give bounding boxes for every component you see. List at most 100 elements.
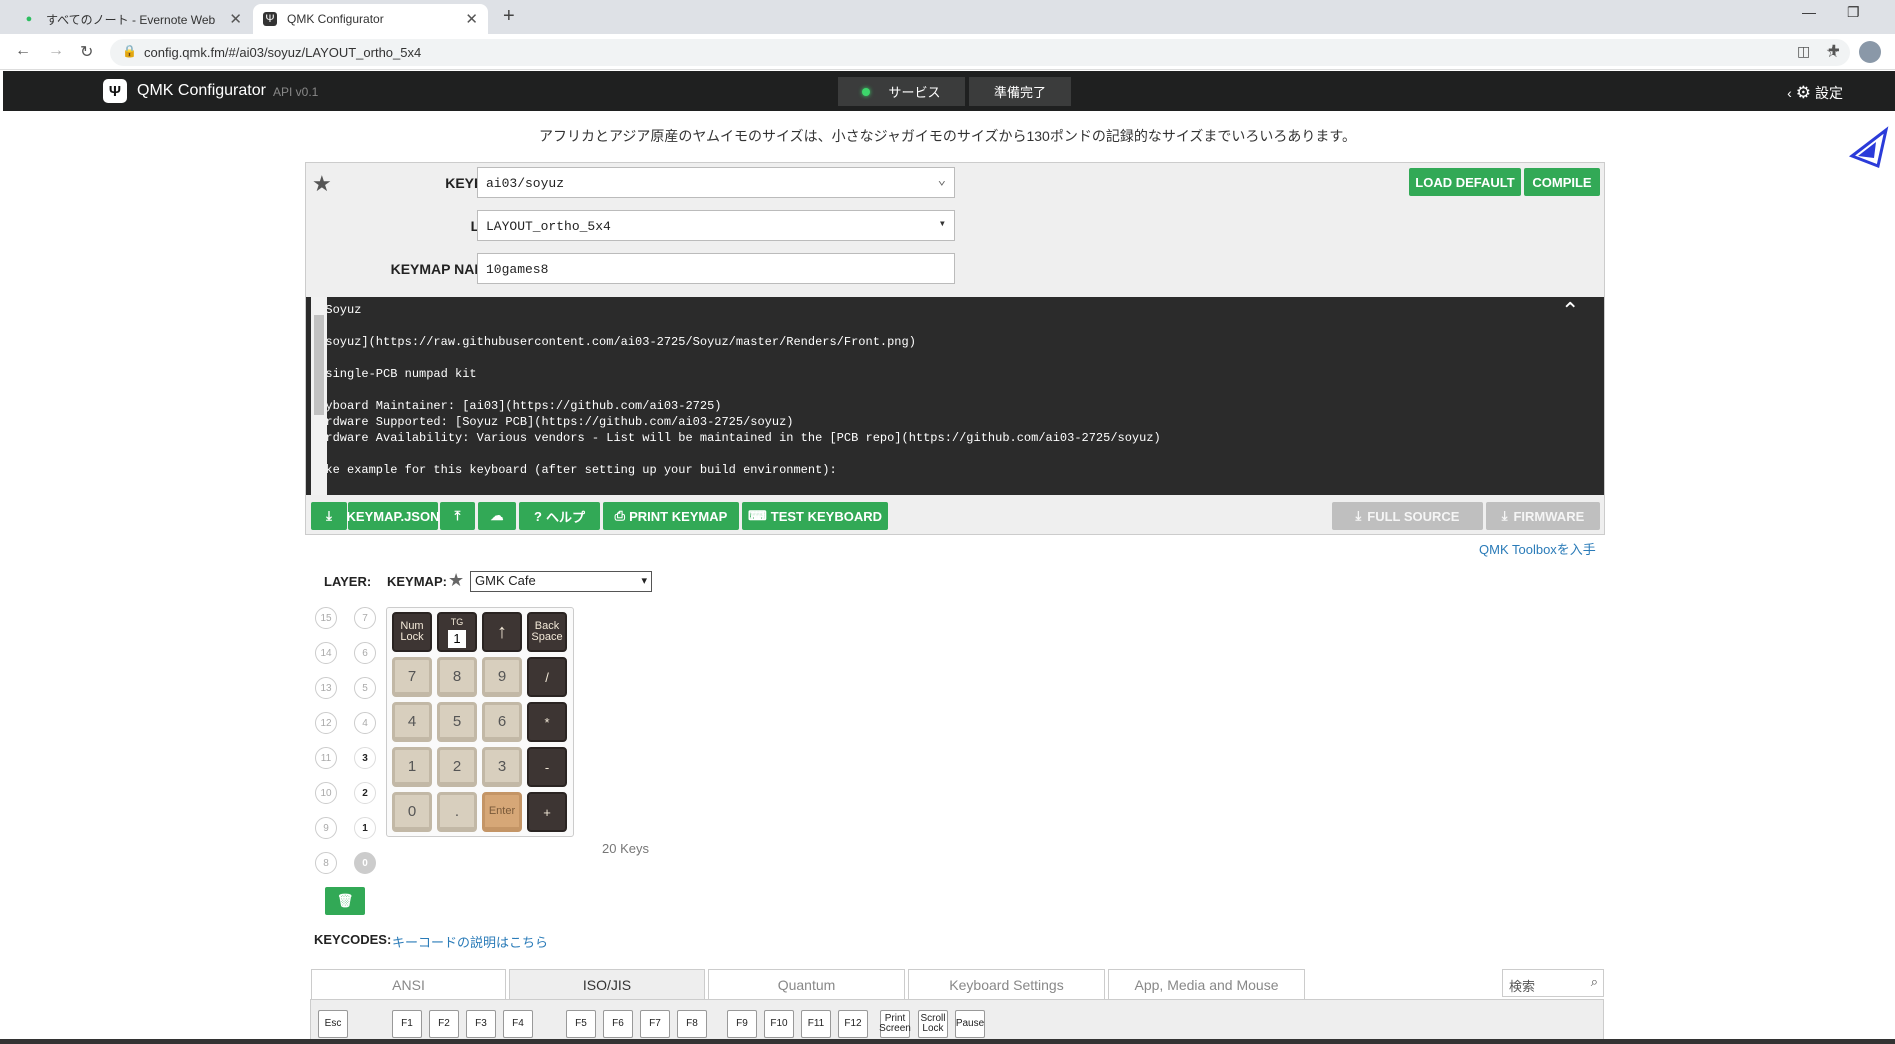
layer-button-12[interactable]: 12 <box>315 712 337 734</box>
reload-icon[interactable]: ↻ <box>80 42 93 62</box>
keycode-f12[interactable]: F12 <box>838 1010 868 1038</box>
layer-button-5[interactable]: 5 <box>354 677 376 699</box>
minimize-icon[interactable]: — <box>1802 4 1816 20</box>
keymap-theme-select[interactable]: GMK Cafe ▾ <box>470 571 652 592</box>
keymap-json-button[interactable]: KEYMAP.JSON <box>347 502 439 530</box>
key-1[interactable]: 1 <box>392 747 432 787</box>
key-*[interactable]: * <box>527 702 567 742</box>
url-field[interactable]: 🔒 config.qmk.fm/#/ai03/soyuz/LAYOUT_orth… <box>110 39 1850 66</box>
back-icon[interactable]: ← <box>15 42 31 60</box>
help-button[interactable]: ? ヘルプ <box>519 502 600 530</box>
print-label: PRINT KEYMAP <box>629 508 728 524</box>
keycode-print-screen[interactable]: Print Screen <box>879 1010 911 1038</box>
readme-scrollbar[interactable] <box>311 297 327 495</box>
qmk-icon: Ψ <box>263 12 277 26</box>
layer-button-4[interactable]: 4 <box>354 712 376 734</box>
key-7[interactable]: 7 <box>392 657 432 697</box>
pocket-icon[interactable]: ◫ <box>1797 43 1810 60</box>
tab-keyboard-settings[interactable]: Keyboard Settings <box>908 969 1105 999</box>
keymap-name-input[interactable]: 10games8 <box>477 253 955 284</box>
keycode-f9[interactable]: F9 <box>727 1010 757 1038</box>
load-default-button[interactable]: LOAD DEFAULT <box>1409 168 1521 196</box>
avatar[interactable] <box>1859 41 1881 63</box>
key-8[interactable]: 8 <box>437 657 477 697</box>
key-+[interactable]: + <box>527 792 567 832</box>
layer-button-14[interactable]: 14 <box>315 642 337 664</box>
key-num-lock[interactable]: Num Lock <box>392 612 432 652</box>
qmk-toolbox-link[interactable]: QMK Toolboxを入手 <box>1479 539 1596 558</box>
layer-button-8[interactable]: 8 <box>315 852 337 874</box>
key-9[interactable]: 9 <box>482 657 522 697</box>
layer-button-2[interactable]: 2 <box>354 782 376 804</box>
keycode-f7[interactable]: F7 <box>640 1010 670 1038</box>
test-keyboard-button[interactable]: ⌨ TEST KEYBOARD <box>742 502 888 530</box>
key-4[interactable]: 4 <box>392 702 432 742</box>
tab-ansi[interactable]: ANSI <box>311 969 506 999</box>
compile-button[interactable]: COMPILE <box>1524 168 1600 196</box>
key-5[interactable]: 5 <box>437 702 477 742</box>
key-/[interactable]: / <box>527 657 567 697</box>
key-tg[interactable]: TG 1 <box>437 612 477 652</box>
key-enter[interactable]: Enter <box>482 792 522 832</box>
cloud-upload-icon[interactable]: ☁ <box>478 502 516 530</box>
keycode-esc[interactable]: Esc <box>318 1010 348 1038</box>
tab-app-media-mouse[interactable]: App, Media and Mouse <box>1108 969 1305 999</box>
key-arrow-up-icon[interactable]: ↑ <box>482 612 522 652</box>
layer-button-1[interactable]: 1 <box>354 817 376 839</box>
keycode-f11[interactable]: F11 <box>801 1010 831 1038</box>
layer-button-7[interactable]: 7 <box>354 607 376 629</box>
readme-panel[interactable]: # Soyuz ![soyuz](https://raw.githubuserc… <box>306 297 1604 495</box>
tab-iso-jis[interactable]: ISO/JIS <box>509 969 705 999</box>
download-icon[interactable]: ⤓ <box>311 502 347 530</box>
layer-button-11[interactable]: 11 <box>315 747 337 769</box>
keycode-f1[interactable]: F1 <box>392 1010 422 1038</box>
new-tab-icon[interactable]: + <box>503 5 515 28</box>
key--[interactable]: - <box>527 747 567 787</box>
keycode-f2[interactable]: F2 <box>429 1010 459 1038</box>
layer-button-0[interactable]: 0 <box>354 852 376 874</box>
keycode-f8[interactable]: F8 <box>677 1010 707 1038</box>
keycode-f3[interactable]: F3 <box>466 1010 496 1038</box>
favorite-star-icon[interactable]: ★ <box>312 171 332 197</box>
keyboard-select[interactable]: ai03/soyuz ⌄ <box>477 167 955 198</box>
layer-button-15[interactable]: 15 <box>315 607 337 629</box>
upload-icon[interactable]: ⤒ <box>440 502 475 530</box>
keycode-f6[interactable]: F6 <box>603 1010 633 1038</box>
settings-button[interactable]: ‹ ⚙ 設定 <box>1787 83 1843 103</box>
restore-icon[interactable]: ❐ <box>1847 4 1860 21</box>
keycode-pause[interactable]: Pause <box>955 1010 985 1038</box>
layer-button-9[interactable]: 9 <box>315 817 337 839</box>
layer-button-3[interactable]: 3 <box>354 747 376 769</box>
favorite-star-icon[interactable]: ★ <box>448 570 464 591</box>
extensions-icon[interactable]: ✚ <box>1828 42 1840 59</box>
trash-button[interactable]: 🗑 <box>325 887 365 915</box>
keycode-scroll-lock[interactable]: Scroll Lock <box>918 1010 948 1038</box>
browser-tab-evernote[interactable]: ● すべてのノート - Evernote Web ✕ <box>12 4 252 34</box>
tg-layer-value[interactable]: 1 <box>448 629 466 648</box>
layout-select[interactable]: LAYOUT_ortho_5x4 ▾ <box>477 210 955 241</box>
tab-quantum[interactable]: Quantum <box>708 969 905 999</box>
key-3[interactable]: 3 <box>482 747 522 787</box>
key-6[interactable]: 6 <box>482 702 522 742</box>
close-icon[interactable]: ✕ <box>465 10 478 28</box>
key-2[interactable]: 2 <box>437 747 477 787</box>
close-icon[interactable]: ✕ <box>229 10 242 28</box>
key-0[interactable]: 0 <box>392 792 432 832</box>
full-source-button[interactable]: ⤓ FULL SOURCE <box>1332 502 1483 530</box>
keycodes-help-link[interactable]: キーコードの説明はこちら <box>392 932 548 951</box>
keycode-search-input[interactable]: 検索 ⌕ <box>1502 969 1604 997</box>
search-icon: ⌕ <box>1590 974 1598 989</box>
print-keymap-button[interactable]: ⎙ PRINT KEYMAP <box>603 502 739 530</box>
collapse-chevron-up-icon[interactable]: ⌃ <box>1561 299 1579 324</box>
keycode-f5[interactable]: F5 <box>566 1010 596 1038</box>
keycode-f4[interactable]: F4 <box>503 1010 533 1038</box>
layer-button-10[interactable]: 10 <box>315 782 337 804</box>
layer-button-6[interactable]: 6 <box>354 642 376 664</box>
browser-tab-qmk[interactable]: Ψ QMK Configurator ✕ <box>253 4 488 34</box>
forward-icon[interactable]: → <box>48 42 64 60</box>
key-.[interactable]: . <box>437 792 477 832</box>
firmware-button[interactable]: ⤓ FIRMWARE <box>1486 502 1600 530</box>
layer-button-13[interactable]: 13 <box>315 677 337 699</box>
key-back-space[interactable]: Back Space <box>527 612 567 652</box>
keycode-f10[interactable]: F10 <box>764 1010 794 1038</box>
